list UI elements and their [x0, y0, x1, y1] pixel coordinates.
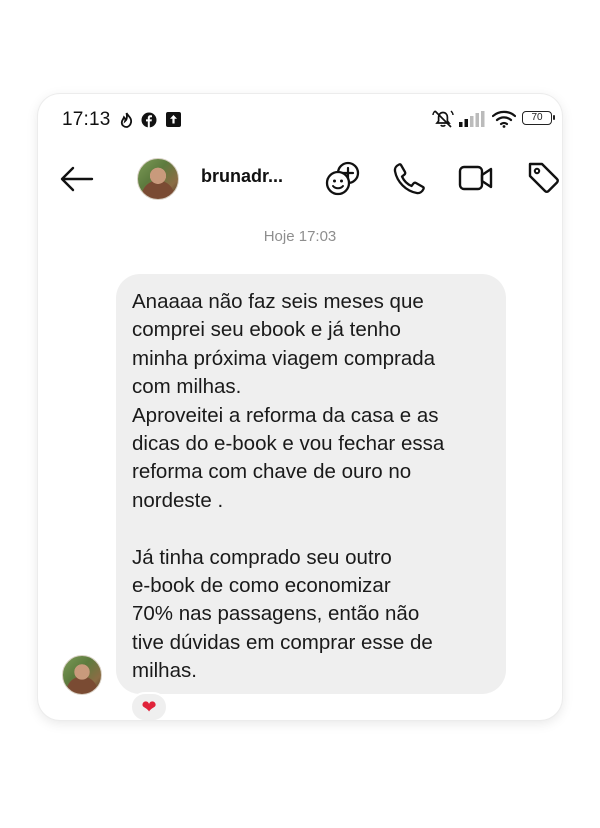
battery-icon: 70 — [522, 111, 555, 125]
heart-reaction-icon[interactable]: ❤ — [130, 692, 168, 720]
status-time: 17:13 — [62, 109, 111, 130]
signal-icon — [459, 111, 485, 127]
facebook-icon — [141, 112, 157, 128]
effects-icon[interactable] — [324, 160, 362, 198]
wifi-icon — [492, 110, 516, 128]
message-timestamp: Hoje 17:03 — [263, 228, 337, 245]
avatar[interactable] — [137, 158, 179, 200]
chat-window: 17:13 70 brunadr... Hoje 17:03 Anaaaa nã… — [38, 94, 562, 720]
status-bar: 17:13 70 — [38, 94, 562, 144]
tag-icon[interactable] — [526, 160, 560, 194]
message-bubble[interactable]: Anaaaa não faz seis meses que comprei se… — [116, 274, 506, 694]
upload-icon — [166, 112, 181, 127]
username[interactable]: brunadr... — [201, 166, 283, 187]
video-icon[interactable] — [458, 163, 494, 193]
back-arrow-icon[interactable] — [60, 166, 94, 192]
battery-level: 70 — [531, 112, 543, 123]
chat-header: brunadr... — [38, 152, 562, 208]
phone-icon[interactable] — [392, 162, 426, 196]
sender-avatar[interactable] — [62, 655, 102, 695]
reaction-emoji: ❤ — [141, 696, 157, 717]
message-text: Anaaaa não faz seis meses que comprei se… — [132, 290, 445, 683]
flame-icon — [120, 112, 133, 128]
mute-icon — [432, 110, 454, 128]
